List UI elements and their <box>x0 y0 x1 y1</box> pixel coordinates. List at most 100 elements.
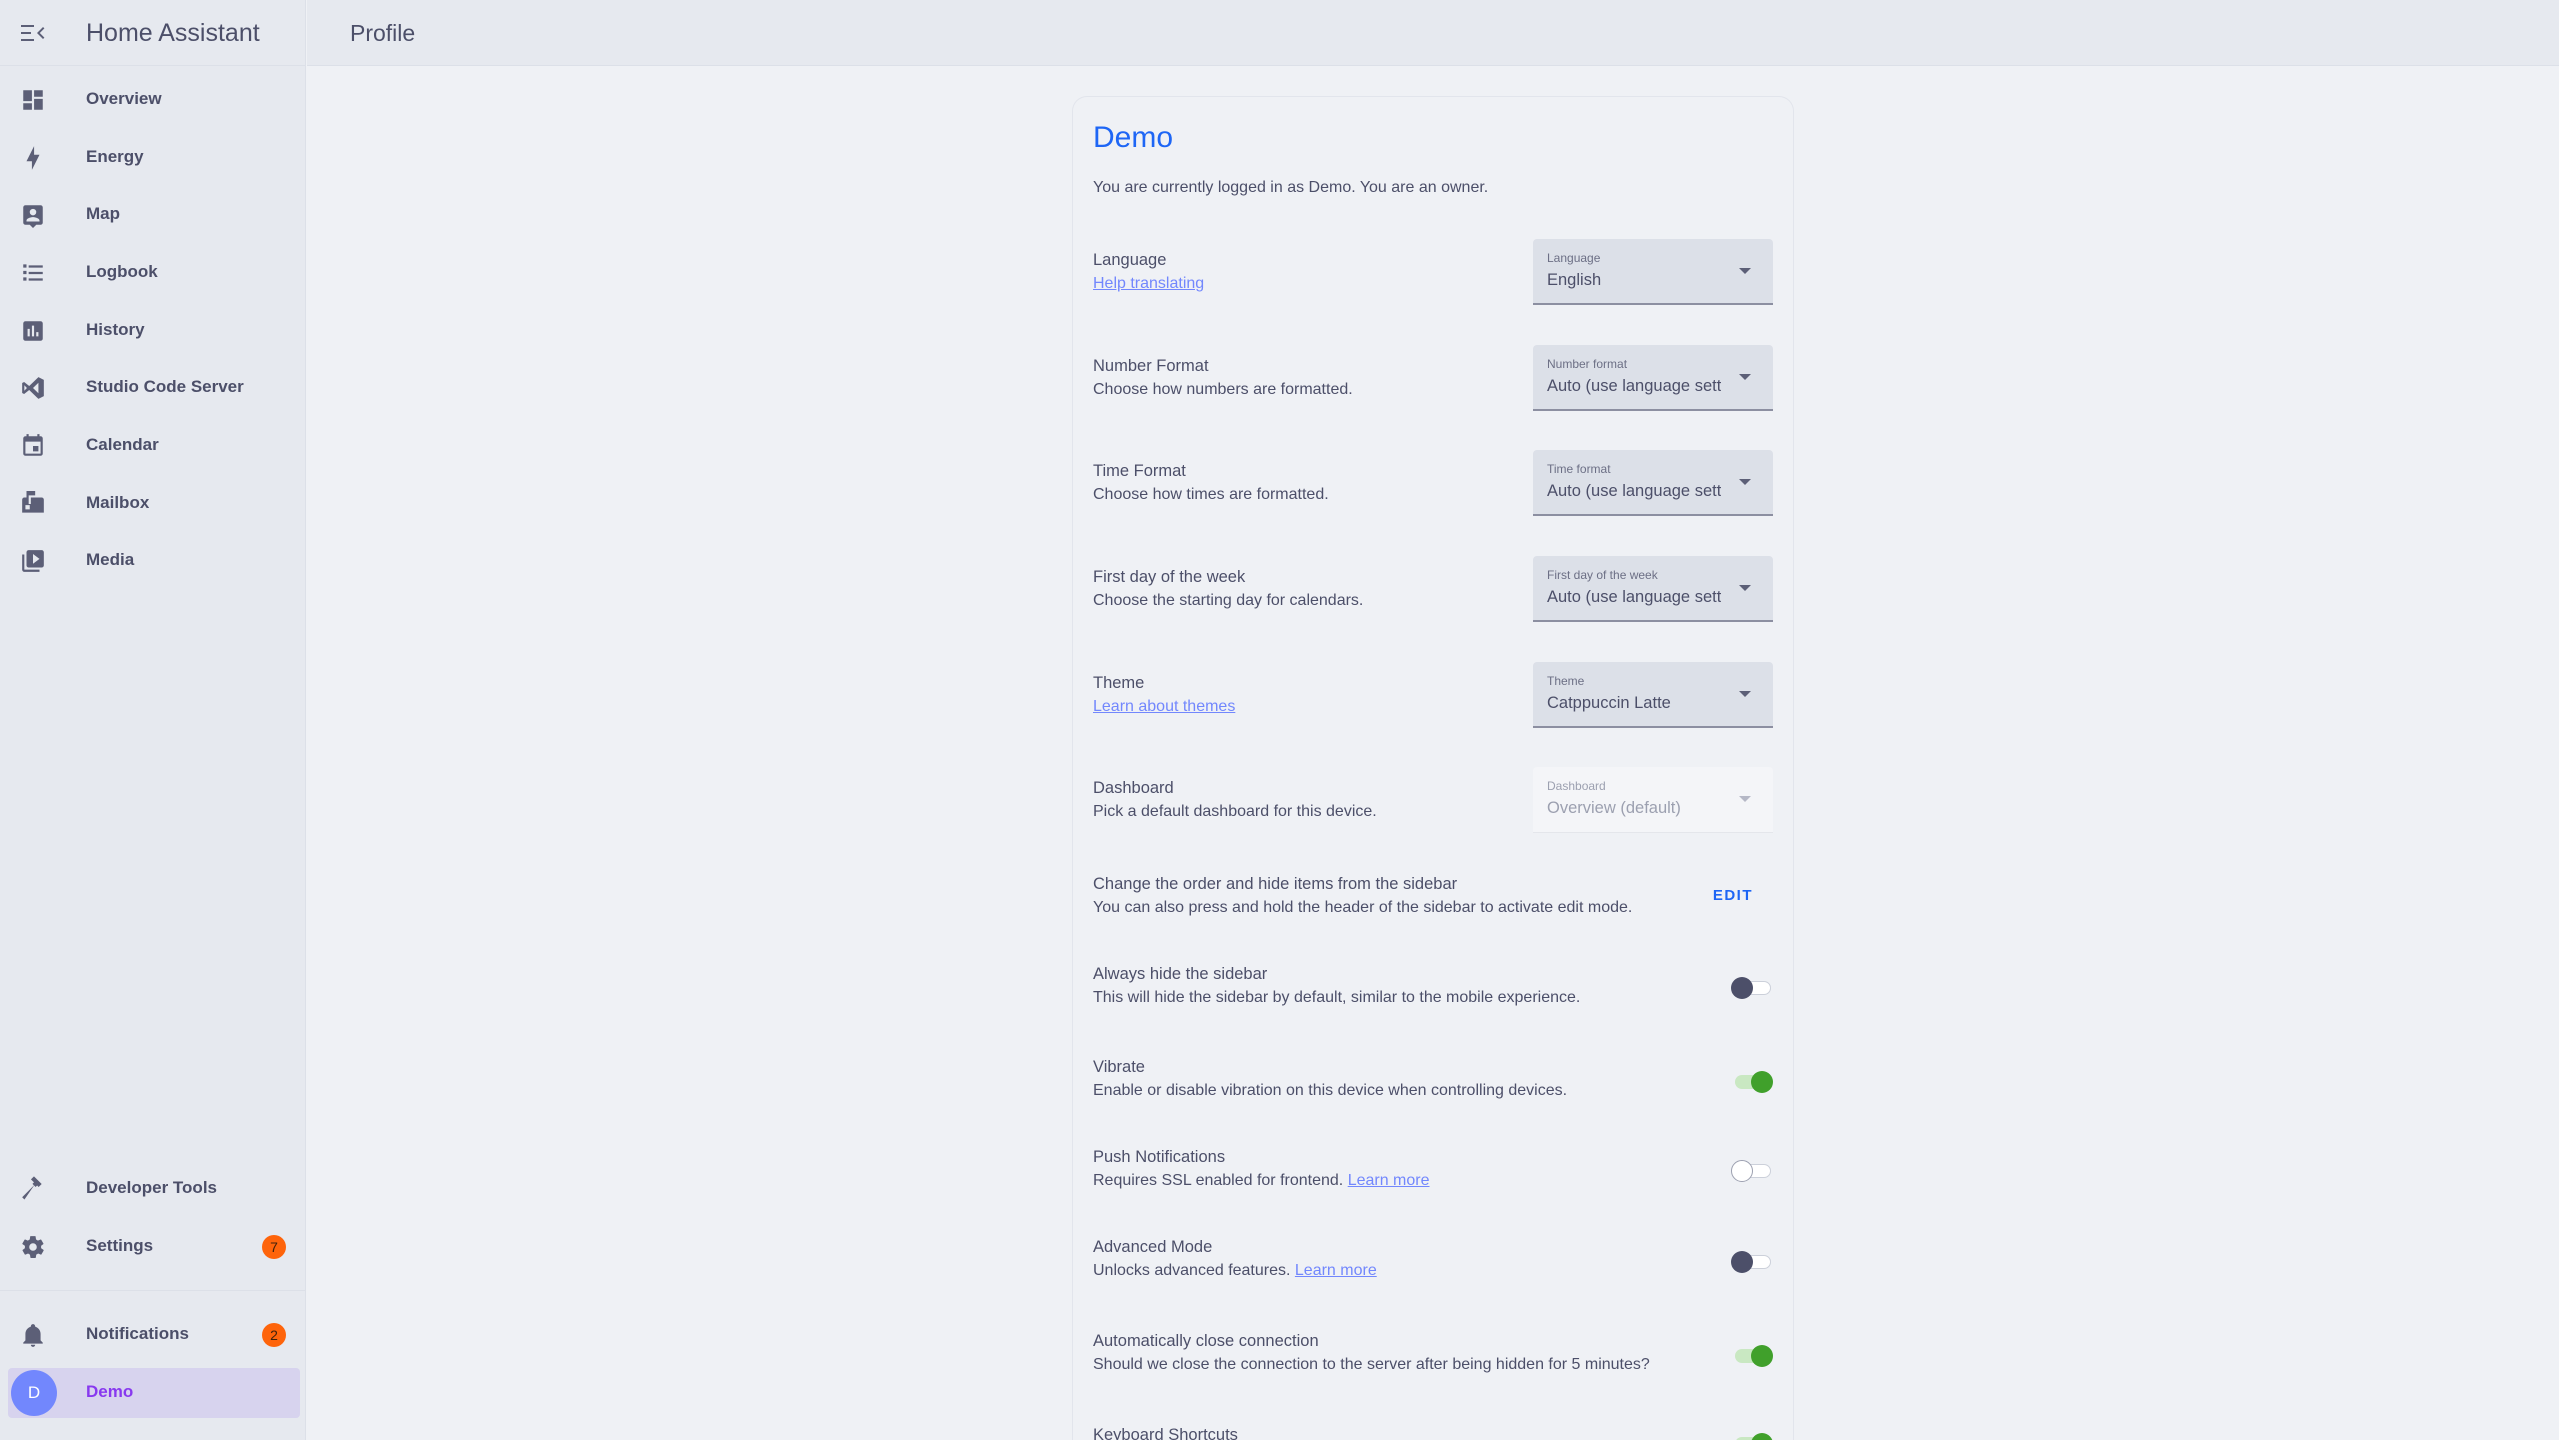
settings-badge: 7 <box>262 1235 286 1259</box>
select-label: Theme <box>1547 674 1585 688</box>
sidebar-item-label: Settings <box>86 1236 154 1255</box>
chevron-down-icon <box>1739 374 1751 380</box>
sidebar-item-history[interactable]: History <box>8 306 300 356</box>
sidebar-item-label: Developer Tools <box>86 1178 217 1197</box>
hammer-icon <box>20 1176 46 1202</box>
bell-icon <box>20 1322 46 1348</box>
sidebar-header[interactable]: Home Assistant <box>0 0 306 66</box>
select-label: Time format <box>1547 462 1611 476</box>
sidebar-order-row: Change the order and hide items from the… <box>1093 875 1773 931</box>
sidebar-item-notifications[interactable]: Notifications 2 <box>8 1310 300 1360</box>
select-label: First day of the week <box>1547 568 1658 582</box>
sidebar-item-settings[interactable]: Settings 7 <box>8 1222 300 1272</box>
advanced-mode-toggle[interactable] <box>1731 1248 1773 1276</box>
row-description: Should we close the connection to the se… <box>1093 1356 1650 1373</box>
language-select[interactable]: Language English <box>1533 239 1773 305</box>
row-description: Choose how numbers are formatted. <box>1093 381 1353 398</box>
chevron-down-icon <box>1739 479 1751 485</box>
sidebar-divider <box>0 1290 306 1291</box>
sidebar-item-map[interactable]: Map <box>8 190 300 240</box>
profile-name: Demo <box>1093 121 1174 154</box>
app-title: Home Assistant <box>86 19 260 47</box>
row-description: Pick a default dashboard for this device… <box>1093 803 1377 820</box>
first-day-select[interactable]: First day of the week Auto (use language… <box>1533 556 1773 622</box>
select-value: Auto (use language setting) <box>1547 482 1721 500</box>
notifications-badge: 2 <box>262 1323 286 1347</box>
select-label: Dashboard <box>1547 779 1606 793</box>
sidebar-item-label: Energy <box>86 147 144 166</box>
top-bar: Profile <box>307 0 2559 66</box>
sidebar-item-energy[interactable]: Energy <box>8 133 300 183</box>
hide-sidebar-row: Always hide the sidebar This will hide t… <box>1093 965 1773 1021</box>
dashboard-select[interactable]: Dashboard Overview (default) <box>1533 767 1773 833</box>
theme-row: Theme Learn about themes Theme Catppucci… <box>1093 662 1773 744</box>
row-heading: First day of the week <box>1093 568 1246 586</box>
menu-collapse-icon[interactable] <box>18 20 46 46</box>
edit-sidebar-button[interactable]: EDIT <box>1713 887 1753 904</box>
sidebar-item-calendar[interactable]: Calendar <box>8 421 300 471</box>
chevron-down-icon <box>1739 268 1751 274</box>
language-row: Language Help translating Language Engli… <box>1093 239 1773 321</box>
vibrate-row: Vibrate Enable or disable vibration on t… <box>1093 1058 1773 1114</box>
auto-close-toggle[interactable] <box>1731 1342 1773 1370</box>
sidebar-item-media[interactable]: Media <box>8 536 300 586</box>
map-icon <box>20 202 46 228</box>
sidebar-item-studio-code-server[interactable]: Studio Code Server <box>8 363 300 413</box>
row-heading: Push Notifications <box>1093 1148 1226 1166</box>
select-value: Catppuccin Latte <box>1547 694 1671 712</box>
chart-bar-icon <box>20 318 46 344</box>
sidebar-item-overview[interactable]: Overview <box>8 75 300 125</box>
sidebar-item-logbook[interactable]: Logbook <box>8 248 300 298</box>
chevron-down-icon <box>1739 796 1751 802</box>
sidebar-item-user[interactable]: D Demo <box>8 1368 300 1418</box>
logged-in-text: You are currently logged in as Demo. You… <box>1093 179 1489 196</box>
vscode-icon <box>20 375 46 401</box>
time-format-select[interactable]: Time format Auto (use language setting) <box>1533 450 1773 516</box>
row-heading: Automatically close connection <box>1093 1332 1319 1350</box>
sidebar-item-label: Map <box>86 204 120 223</box>
row-heading: Language <box>1093 251 1167 269</box>
play-box-icon <box>20 548 46 574</box>
dashboard-row: Dashboard Pick a default dashboard for t… <box>1093 767 1773 849</box>
learn-about-themes-link[interactable]: Learn about themes <box>1093 698 1235 715</box>
chevron-down-icon <box>1739 691 1751 697</box>
select-value: English <box>1547 271 1602 289</box>
row-heading: Time Format <box>1093 462 1186 480</box>
keyboard-shortcuts-toggle[interactable] <box>1731 1430 1773 1440</box>
sidebar-item-developer-tools[interactable]: Developer Tools <box>8 1164 300 1214</box>
keyboard-shortcuts-row: Keyboard Shortcuts <box>1093 1426 1773 1440</box>
gear-icon <box>20 1234 46 1260</box>
avatar: D <box>11 1370 57 1416</box>
row-heading: Change the order and hide items from the… <box>1093 875 1458 893</box>
select-value: Auto (use language setting) <box>1547 588 1721 606</box>
select-value: Auto (use language setting) <box>1547 377 1721 395</box>
push-notifications-row: Push Notifications Requires SSL enabled … <box>1093 1148 1773 1204</box>
sidebar-item-label: Notifications <box>86 1324 189 1343</box>
row-heading: Advanced Mode <box>1093 1238 1213 1256</box>
advanced-learn-more-link[interactable]: Learn more <box>1295 1262 1377 1279</box>
hide-sidebar-toggle[interactable] <box>1731 974 1773 1002</box>
select-label: Number format <box>1547 357 1628 371</box>
row-description: This will hide the sidebar by default, s… <box>1093 989 1581 1006</box>
number-format-row: Number Format Choose how numbers are for… <box>1093 345 1773 427</box>
row-heading: Vibrate <box>1093 1058 1145 1076</box>
chevron-down-icon <box>1739 585 1751 591</box>
number-format-select[interactable]: Number format Auto (use language setting… <box>1533 345 1773 411</box>
sidebar-item-label: Logbook <box>86 262 158 281</box>
push-notifications-toggle[interactable] <box>1731 1157 1773 1185</box>
advanced-mode-row: Advanced Mode Unlocks advanced features.… <box>1093 1238 1773 1294</box>
theme-select[interactable]: Theme Catppuccin Latte <box>1533 662 1773 728</box>
dashboard-icon <box>20 87 46 113</box>
first-day-row: First day of the week Choose the startin… <box>1093 556 1773 638</box>
calendar-icon <box>20 433 46 459</box>
select-label: Language <box>1547 251 1601 265</box>
time-format-row: Time Format Choose how times are formatt… <box>1093 450 1773 532</box>
row-description: Enable or disable vibration on this devi… <box>1093 1082 1568 1099</box>
push-learn-more-link[interactable]: Learn more <box>1348 1172 1430 1189</box>
sidebar-item-mailbox[interactable]: Mailbox <box>8 479 300 529</box>
help-translating-link[interactable]: Help translating <box>1093 275 1204 292</box>
sidebar-item-label: History <box>86 320 145 339</box>
vibrate-toggle[interactable] <box>1731 1068 1773 1096</box>
row-description: Unlocks advanced features. <box>1093 1262 1291 1279</box>
list-icon <box>20 260 46 286</box>
